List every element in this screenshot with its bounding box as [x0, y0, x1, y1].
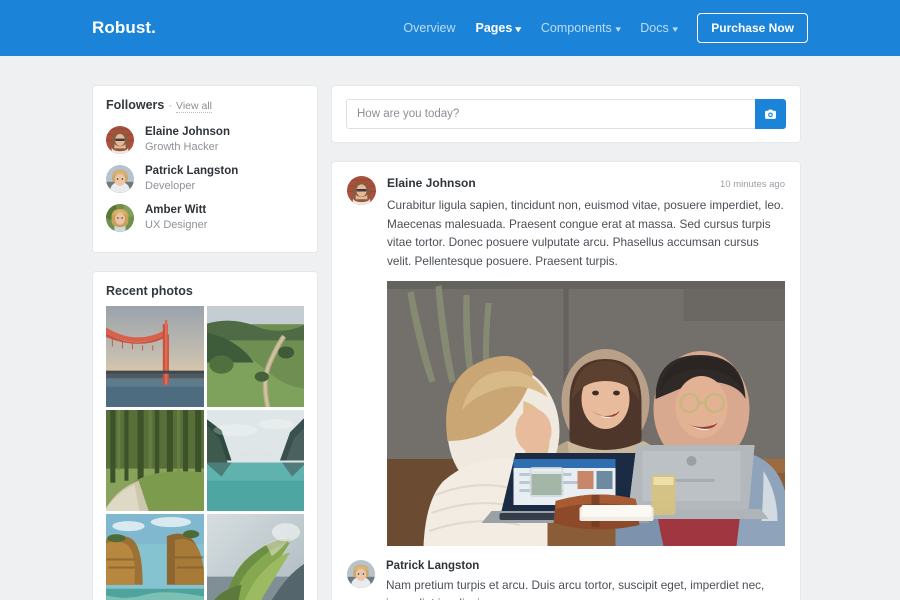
nav-item-pages[interactable]: Pages ▾ — [476, 21, 521, 35]
photo-thumbnail[interactable] — [207, 306, 305, 407]
post-author: Elaine Johnson — [387, 176, 476, 190]
page-content: Followers · View all — [0, 56, 900, 600]
post-timestamp: 10 minutes ago — [720, 179, 785, 190]
follower-role: Developer — [145, 179, 238, 193]
follower-role: UX Designer — [145, 218, 207, 232]
comment-text: Nam pretium turpis et arcu. Duis arcu to… — [386, 576, 785, 600]
chevron-down-icon: ▾ — [516, 25, 522, 34]
chevron-down-icon: ▾ — [615, 25, 621, 34]
photo-thumbnail[interactable] — [106, 410, 204, 511]
status-input[interactable] — [346, 99, 755, 129]
comment-list: Patrick Langston Nam pretium turpis et a… — [347, 560, 785, 600]
avatar — [347, 560, 375, 588]
purchase-now-button[interactable]: Purchase Now — [697, 13, 808, 43]
follower-name: Amber Witt — [145, 203, 207, 218]
sidebar: Followers · View all — [92, 85, 318, 600]
post-image[interactable] — [387, 281, 785, 546]
nav-item-label: Overview — [403, 21, 455, 35]
nav-item-label: Docs — [640, 21, 668, 35]
nav-item-components[interactable]: Components ▾ — [541, 21, 620, 35]
avatar — [106, 204, 134, 232]
primary-nav: Overview Pages ▾ Components ▾ Docs ▾ Pur… — [403, 13, 808, 43]
recent-photos-title: Recent photos — [106, 284, 304, 298]
follower-item[interactable]: Patrick Langston Developer — [106, 159, 304, 198]
photo-grid — [106, 306, 304, 600]
chevron-down-icon: ▾ — [672, 25, 678, 34]
nav-item-label: Components — [541, 21, 612, 35]
avatar — [106, 126, 134, 154]
photo-thumbnail[interactable] — [106, 306, 204, 407]
nav-item-label: Pages — [476, 21, 513, 35]
followers-card: Followers · View all — [92, 85, 318, 253]
recent-photos-card: Recent photos — [92, 271, 318, 600]
photo-thumbnail[interactable] — [106, 514, 204, 600]
follower-item[interactable]: Amber Witt UX Designer — [106, 198, 304, 237]
follower-role: Growth Hacker — [145, 140, 230, 154]
comment-item: Patrick Langston Nam pretium turpis et a… — [347, 560, 785, 600]
top-navbar: Robust. Overview Pages ▾ Components ▾ Do… — [0, 0, 900, 56]
brand-logo[interactable]: Robust. — [92, 18, 156, 38]
camera-icon — [764, 108, 777, 121]
post-text: Curabitur ligula sapien, tincidunt non, … — [387, 196, 785, 271]
main-feed: Elaine Johnson 10 minutes ago Curabitur … — [331, 85, 801, 600]
post-card: Elaine Johnson 10 minutes ago Curabitur … — [331, 161, 801, 600]
followers-title: Followers — [106, 98, 164, 112]
avatar — [106, 165, 134, 193]
follower-name: Elaine Johnson — [145, 125, 230, 140]
avatar — [347, 176, 376, 205]
nav-item-overview[interactable]: Overview — [403, 21, 455, 35]
follower-item[interactable]: Elaine Johnson Growth Hacker — [106, 120, 304, 159]
follower-name: Patrick Langston — [145, 164, 238, 179]
comment-author: Patrick Langston — [386, 560, 785, 572]
status-composer-card — [331, 85, 801, 143]
followers-title-row: Followers · View all — [106, 98, 304, 113]
nav-item-docs[interactable]: Docs ▾ — [640, 21, 677, 35]
view-all-followers-link[interactable]: View all — [176, 100, 212, 113]
title-separator: · — [168, 100, 172, 112]
upload-photo-button[interactable] — [755, 99, 786, 129]
photo-thumbnail[interactable] — [207, 514, 305, 600]
photo-thumbnail[interactable] — [207, 410, 305, 511]
